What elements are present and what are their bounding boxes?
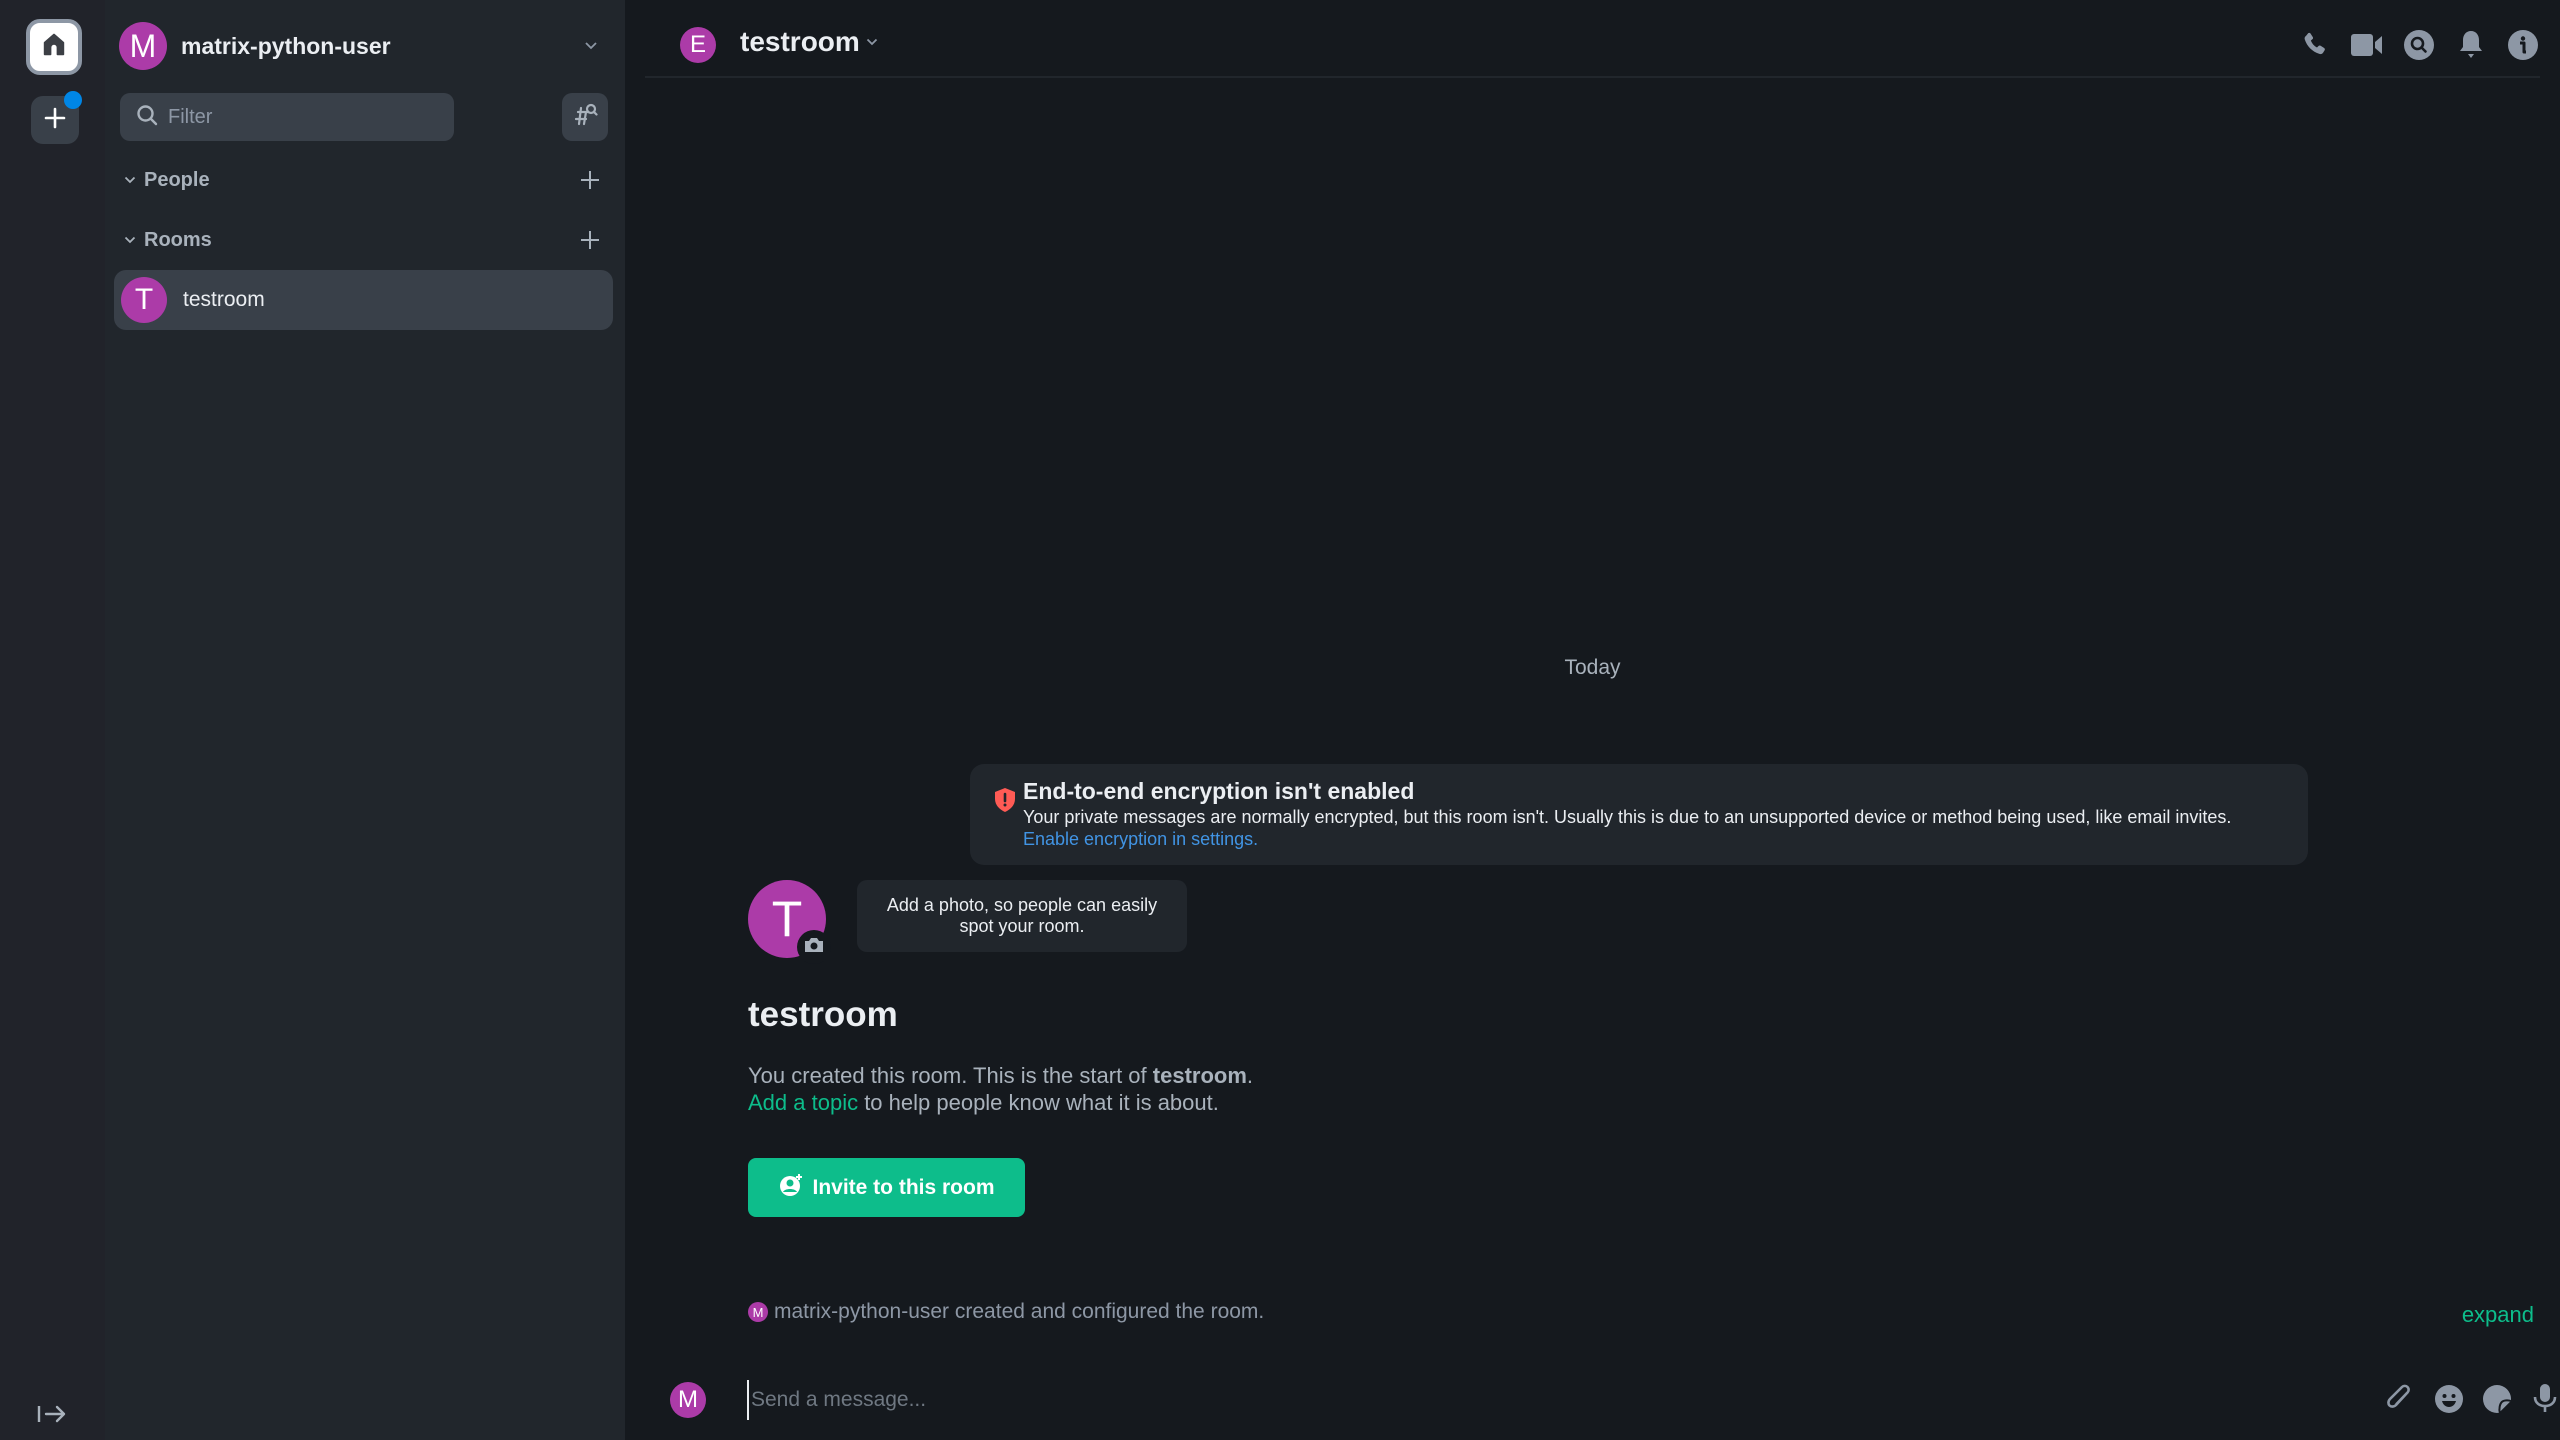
room-title: testroom [740,26,860,57]
room-view: E testroom Today End-to-end encryption i… [625,0,2560,1440]
voice-message-button[interactable] [2530,1382,2560,1416]
user-menu-button[interactable]: M matrix-python-user [119,20,609,72]
info-icon [2508,30,2538,60]
add-photo-tooltip: Add a photo, so people can easily spot y… [857,880,1187,952]
search-icon [2404,30,2434,60]
section-people[interactable]: People [120,164,610,196]
explore-rooms-icon [572,102,598,133]
room-header: E testroom [645,0,2540,78]
emoji-button[interactable] [2434,1382,2464,1416]
app-window: M matrix-python-user People [0,0,2560,1440]
encryption-notice-description: Your private messages are normally encry… [1023,806,2273,850]
room-avatar: T [121,277,167,323]
invite-user-icon [778,1172,804,1204]
room-intro-text: You created this room. This is the start… [748,1062,1253,1116]
room-creation-summary: M matrix-python-user created and configu… [748,1300,1264,1324]
add-room-button[interactable] [578,228,602,252]
video-call-button[interactable] [2350,28,2384,62]
section-rooms[interactable]: Rooms [120,224,610,256]
video-call-icon [2351,34,2382,56]
username: matrix-python-user [181,32,391,59]
sticker-icon [2483,1385,2512,1414]
room-search-button[interactable] [2402,28,2436,62]
room-header-actions [2298,28,2540,62]
intro-text-prefix: You created this room. This is the start… [748,1063,1153,1088]
chevron-down-icon [120,230,140,250]
composer-avatar: M [670,1382,706,1418]
search-icon [136,104,158,131]
room-list-item-testroom[interactable]: T testroom [114,270,613,330]
room-filter[interactable] [120,93,454,141]
shield-warning-icon [994,787,1016,813]
home-icon [40,31,68,64]
date-separator: Today [1564,656,1621,679]
room-name: testroom [183,288,265,311]
intro-room-name: testroom [1152,1063,1247,1088]
message-composer: M [625,1370,2560,1430]
plus-icon [44,107,66,134]
invite-button-label: Invite to this room [812,1175,995,1199]
topic-suffix: to help people know what it is about. [858,1090,1219,1115]
room-info-button[interactable] [2506,28,2540,62]
notifications-button[interactable] [2454,28,2488,62]
intro-text-suffix: . [1246,1063,1254,1088]
plus-icon [581,171,599,189]
bell-icon [2460,31,2482,58]
chevron-down-icon [581,36,601,56]
home-button[interactable] [26,19,82,75]
microphone-icon [2533,1384,2557,1412]
voice-call-button[interactable] [2298,28,2332,62]
attach-button[interactable] [2386,1382,2416,1416]
composer-actions [2386,1382,2560,1416]
filter-input[interactable] [168,105,428,129]
encryption-notice-title: End-to-end encryption isn't enabled [1023,778,1415,804]
upload-photo-button[interactable] [797,930,831,964]
chevron-down-icon [120,170,140,190]
start-chat-button[interactable] [578,168,602,192]
encryption-notice: End-to-end encryption isn't enabled Your… [970,764,2308,865]
attachment-icon [2387,1384,2410,1408]
room-list-panel: M matrix-python-user People [105,0,625,1440]
message-input[interactable] [747,1380,1947,1420]
enable-encryption-link[interactable]: Enable encryption in settings. [1023,829,1258,849]
phone-icon [2304,32,2325,55]
encryption-notice-text: Your private messages are normally encry… [1023,807,2232,827]
creation-summary-text: matrix-python-user created and configure… [774,1300,1265,1323]
room-header-avatar[interactable]: E [680,27,716,63]
space-bar [0,0,105,1440]
event-sender-avatar: M [748,1302,768,1322]
section-label: People [144,168,210,191]
notification-dot [64,91,82,109]
sticker-button[interactable] [2482,1382,2512,1416]
expand-sidebar-button[interactable] [36,1404,68,1428]
room-intro-title: testroom [748,995,898,1034]
camera-icon [803,936,825,959]
emoji-icon [2435,1385,2463,1413]
room-title-button[interactable]: testroom [740,26,878,58]
plus-icon [581,231,599,249]
expand-sidebar-icon [37,1404,67,1429]
invite-button[interactable]: Invite to this room [748,1158,1025,1217]
expand-events-link[interactable]: expand [2462,1302,2534,1328]
chevron-down-icon [866,38,878,46]
section-label: Rooms [144,228,212,251]
add-topic-link[interactable]: Add a topic [748,1090,858,1115]
explore-rooms-button[interactable] [562,93,608,141]
user-avatar: M [119,22,167,70]
